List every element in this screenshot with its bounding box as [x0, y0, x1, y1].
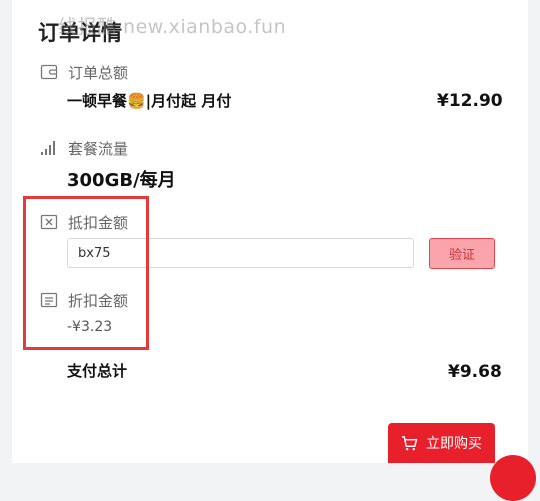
coupon-icon [40, 214, 58, 230]
coupon-code-input[interactable] [67, 238, 414, 268]
wallet-icon [40, 64, 58, 80]
payment-total-label: 支付总计 [67, 362, 128, 380]
order-total-price: ¥12.90 [437, 91, 503, 111]
floating-action-button[interactable] [490, 455, 536, 501]
signal-icon [41, 141, 55, 155]
list-icon [40, 292, 58, 308]
buy-now-button[interactable]: 立即购买 [388, 423, 495, 463]
deduction-label: 抵扣金额 [68, 214, 129, 232]
page-title: 订单详情 [38, 21, 122, 45]
package-label: 套餐流量 [68, 140, 129, 158]
order-total-label: 订单总额 [68, 64, 129, 82]
discount-value: -¥3.23 [67, 319, 113, 335]
payment-total-value: ¥9.68 [448, 362, 502, 382]
buy-now-label: 立即购买 [426, 436, 482, 452]
product-name: 一顿早餐🍔|月付起 月付 [67, 92, 232, 110]
package-value: 300GB/每月 [67, 170, 176, 191]
discount-label: 折扣金额 [68, 292, 129, 310]
cart-icon [401, 435, 418, 450]
verify-button[interactable]: 验证 [429, 238, 495, 269]
